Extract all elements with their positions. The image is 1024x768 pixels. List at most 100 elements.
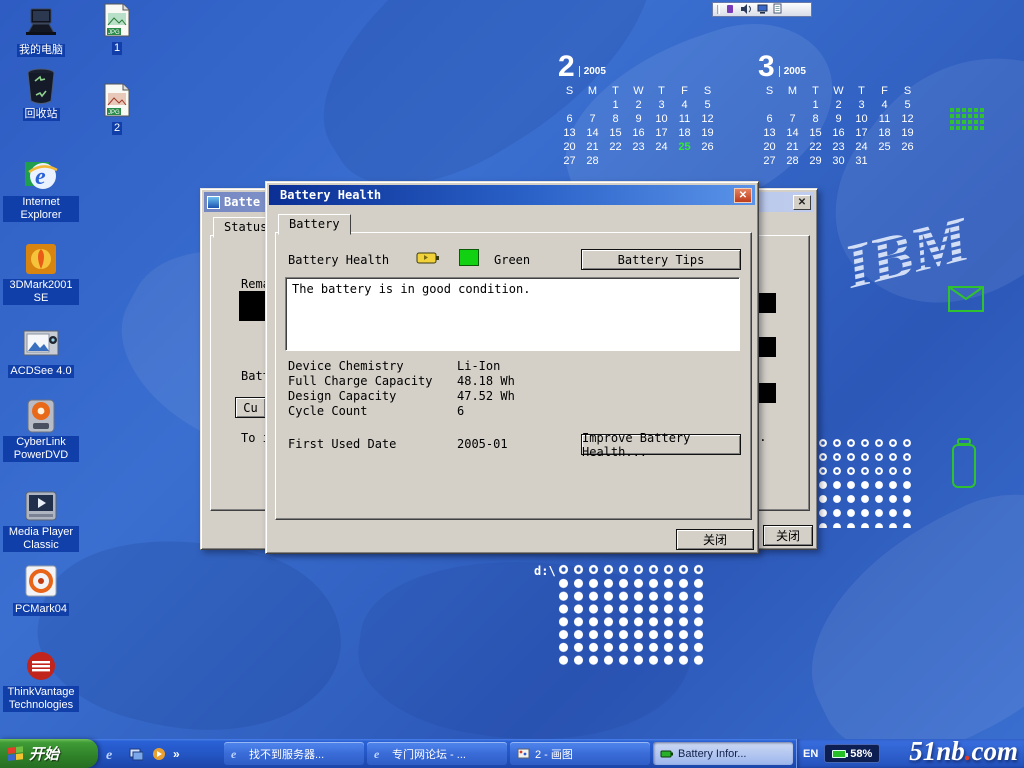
close-icon[interactable]: ✕	[734, 188, 752, 203]
desktop-icon-internet-explorer[interactable]: e Internet Explorer	[2, 158, 80, 223]
windows-flag-icon	[8, 746, 24, 762]
calendar-year: 2005	[779, 66, 806, 77]
field-label: Design Capacity	[288, 389, 396, 403]
envelope-icon	[948, 286, 984, 317]
desktop-icon-label: CyberLink PowerDVD	[3, 436, 79, 462]
desktop-icon-powerdvd[interactable]: CyberLink PowerDVD	[2, 398, 80, 463]
tab-battery[interactable]: Battery	[278, 214, 351, 235]
taskbar: 开始 e » e 找不到服务器... e 专门网论坛 - ... 2 - 画图 …	[0, 739, 1024, 768]
task-label: 找不到服务器...	[249, 746, 324, 762]
ie-icon: e	[230, 746, 245, 761]
media-player-classic-icon	[22, 488, 60, 524]
field-label: Full Charge Capacity	[288, 374, 433, 388]
desktop-icon-label: ThinkVantage Technologies	[3, 686, 79, 712]
quick-launch-desktop-icon[interactable]	[127, 745, 144, 762]
calendar-february: 2 2005 SMTWTFS12345678910111213141516171…	[558, 54, 719, 168]
calendar-year: 2005	[579, 66, 606, 77]
field-value: 48.18 Wh	[457, 374, 515, 388]
desk-toolbar[interactable]	[712, 2, 812, 17]
calendar-month: 2	[558, 54, 575, 80]
desktop-file-label: 1	[112, 42, 122, 55]
task-label: 2 - 画图	[535, 746, 573, 762]
internet-explorer-icon: e	[22, 158, 60, 194]
watermark-prefix: 51nb	[909, 736, 965, 766]
quick-launch-overflow-chevron[interactable]: »	[173, 747, 180, 761]
quick-launch-media-icon[interactable]	[150, 745, 167, 762]
field-value: 47.52 Wh	[457, 389, 515, 403]
my-computer-icon	[22, 4, 60, 40]
desktop-icon-pcmark04[interactable]: PCMark04	[2, 563, 80, 617]
display-icon[interactable]	[757, 1, 768, 19]
battery-app-icon	[207, 196, 220, 209]
toolbar-grip[interactable]	[717, 5, 720, 14]
thinkvantage-icon	[22, 648, 60, 684]
improve-battery-health-button[interactable]: Improve Battery Health...	[581, 434, 741, 455]
battery-health-dialog[interactable]: Battery Health ✕ Battery Battery Health …	[265, 181, 759, 554]
notes-icon[interactable]	[773, 1, 782, 19]
task-label: Battery Infor...	[678, 748, 746, 760]
powerdvd-icon	[22, 398, 60, 434]
condition-textbox[interactable]: The battery is in good condition.	[285, 277, 740, 351]
svg-text:JPG: JPG	[108, 30, 120, 36]
battery-health-titlebar[interactable]: Battery Health ✕	[269, 185, 755, 205]
battery-icon	[832, 750, 846, 758]
watermark-suffix: com	[972, 736, 1019, 766]
health-status-swatch	[459, 249, 479, 266]
jpg-file-icon: JPG	[98, 82, 136, 118]
desktop-icon-thinkvantage[interactable]: ThinkVantage Technologies	[2, 648, 80, 713]
desktop-icon-media-player-classic[interactable]: Media Player Classic	[2, 488, 80, 553]
desktop-icon-my-computer[interactable]: 我的电脑	[2, 4, 80, 58]
taskbar-item-battery-information[interactable]: Battery Infor...	[653, 742, 793, 765]
battery-tips-button[interactable]: Battery Tips	[581, 249, 741, 270]
start-button[interactable]: 开始	[0, 739, 98, 768]
paint-icon	[516, 746, 531, 761]
health-status-text: Green	[494, 253, 530, 267]
taskbar-item-forum[interactable]: e 专门网论坛 - ...	[367, 742, 507, 765]
dot-pattern	[816, 478, 914, 528]
desktop-file-label: 2	[112, 122, 122, 135]
desktop-icon-label: PCMark04	[13, 603, 69, 616]
watermark: 51nb.com	[909, 736, 1018, 767]
close-icon[interactable]: ✕	[793, 195, 811, 210]
battery-icon	[659, 746, 674, 761]
dot-pattern	[556, 577, 708, 667]
battery-gauge	[239, 291, 266, 321]
current-button[interactable]: Cu	[235, 397, 266, 418]
start-label: 开始	[29, 743, 59, 764]
desktop-icon-label: 我的电脑	[17, 44, 65, 57]
close-button[interactable]: 关闭	[676, 529, 754, 550]
battery-percent: 58%	[850, 748, 872, 760]
close-button[interactable]: 关闭	[763, 525, 813, 546]
volume-icon[interactable]	[740, 1, 752, 19]
calendar-grid: SMTWTFS123456789101112131415161718192021…	[758, 84, 919, 168]
taskbar-item-paint[interactable]: 2 - 画图	[510, 742, 650, 765]
field-label: Cycle Count	[288, 404, 367, 418]
battery-health-label: Battery Health	[288, 253, 389, 267]
svg-text:e: e	[106, 748, 112, 761]
desktop-icon-acdsee[interactable]: ACDSee 4.0	[2, 325, 80, 379]
desktop-icon-recycle-bin[interactable]: 回收站	[2, 68, 80, 122]
desktop-icon-label: ACDSee 4.0	[8, 365, 73, 378]
battery-tray-indicator[interactable]: 58%	[824, 744, 880, 763]
pcmark-icon	[22, 563, 60, 599]
desktop-icon-label: Internet Explorer	[3, 196, 79, 222]
device-icon[interactable]	[725, 1, 735, 19]
battery-icon	[416, 251, 440, 270]
ie-icon: e	[373, 746, 388, 761]
jpg-file-icon: JPG	[98, 2, 136, 38]
first-used-label: First Used Date	[288, 437, 396, 451]
field-value: Li-Ion	[457, 359, 500, 373]
desktop-file-2[interactable]: JPG 2	[82, 82, 152, 136]
acdsee-icon	[22, 325, 60, 361]
taskbar-item-server-not-found[interactable]: e 找不到服务器...	[224, 742, 364, 765]
desktop-icon-3dmark2001[interactable]: 3DMark2001 SE	[2, 241, 80, 306]
svg-text:e: e	[374, 747, 380, 760]
quick-launch-ie-icon[interactable]: e	[104, 745, 121, 762]
calendar-month: 3	[758, 54, 775, 80]
task-buttons: e 找不到服务器... e 专门网论坛 - ... 2 - 画图 Battery…	[224, 742, 793, 765]
calendar-march: 3 2005 SMTWTFS12345678910111213141516171…	[758, 54, 919, 168]
battery-cell-icon	[948, 438, 980, 495]
desktop-file-1[interactable]: JPG 1	[82, 2, 152, 56]
3dmark-icon	[22, 241, 60, 277]
language-indicator[interactable]: EN	[803, 748, 818, 760]
